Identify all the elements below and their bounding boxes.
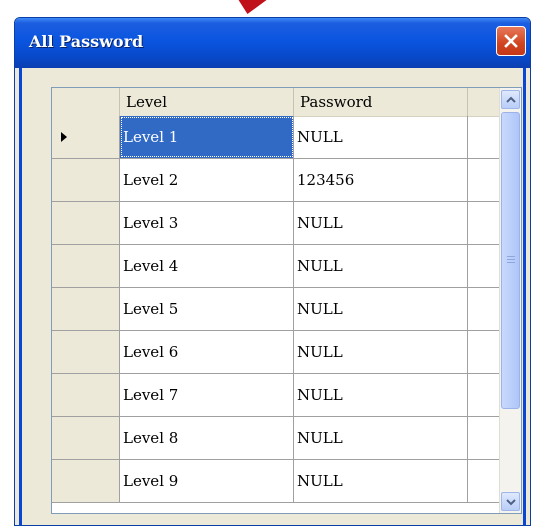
- table-row[interactable]: Level 4 NULL: [52, 245, 501, 288]
- level-cell[interactable]: Level 4: [120, 245, 294, 287]
- password-grid[interactable]: Level Password Level 1 NULL Level 2 1234…: [51, 87, 522, 514]
- row-header[interactable]: [52, 202, 120, 244]
- row-header[interactable]: [52, 288, 120, 330]
- scroll-thumb[interactable]: [501, 112, 520, 409]
- thumb-grip-line: [507, 256, 515, 257]
- scroll-up-button[interactable]: [501, 90, 520, 109]
- dialog-body: Level Password Level 1 NULL Level 2 1234…: [19, 68, 526, 525]
- level-cell[interactable]: Level 6: [120, 331, 294, 373]
- level-cell[interactable]: Level 8: [120, 417, 294, 459]
- password-cell[interactable]: NULL: [294, 417, 468, 459]
- table-row[interactable]: Level 9 NULL: [52, 460, 501, 503]
- column-header-level[interactable]: Level: [120, 88, 294, 116]
- level-cell[interactable]: Level 2: [120, 159, 294, 201]
- level-cell[interactable]: Level 3: [120, 202, 294, 244]
- password-cell[interactable]: NULL: [294, 116, 468, 158]
- password-cell[interactable]: NULL: [294, 460, 468, 502]
- row-header[interactable]: [52, 116, 120, 158]
- window-title: All Password: [29, 32, 144, 51]
- password-cell[interactable]: NULL: [294, 245, 468, 287]
- chevron-up-icon: [505, 96, 516, 103]
- password-cell[interactable]: NULL: [294, 374, 468, 416]
- chevron-down-icon: [505, 498, 516, 505]
- row-header[interactable]: [52, 460, 120, 502]
- all-password-dialog: All Password Level Password Level 1 NULL: [14, 17, 531, 526]
- title-bar[interactable]: All Password: [15, 18, 530, 68]
- grid-header: Level Password: [52, 88, 501, 117]
- table-row[interactable]: Level 2 123456: [52, 159, 501, 202]
- level-cell[interactable]: Level 7: [120, 374, 294, 416]
- row-indicator-arrow-icon: [61, 132, 67, 142]
- password-cell[interactable]: 123456: [294, 159, 468, 201]
- close-button[interactable]: [496, 26, 526, 56]
- pointer-arrow-decoration: [233, 0, 267, 14]
- row-header-corner: [52, 88, 120, 116]
- table-row[interactable]: Level 1 NULL: [52, 116, 501, 159]
- row-header[interactable]: [52, 331, 120, 373]
- password-cell[interactable]: NULL: [294, 202, 468, 244]
- password-cell[interactable]: NULL: [294, 288, 468, 330]
- close-icon: [504, 34, 518, 48]
- row-header[interactable]: [52, 374, 120, 416]
- table-row[interactable]: Level 5 NULL: [52, 288, 501, 331]
- scroll-down-button[interactable]: [501, 492, 520, 511]
- grid-rows: Level 1 NULL Level 2 123456 Level 3 NULL…: [52, 116, 501, 503]
- row-header[interactable]: [52, 417, 120, 459]
- thumb-grip-line: [507, 262, 515, 263]
- row-header[interactable]: [52, 245, 120, 287]
- table-row[interactable]: Level 6 NULL: [52, 331, 501, 374]
- table-row[interactable]: Level 8 NULL: [52, 417, 501, 460]
- vertical-scrollbar[interactable]: [499, 88, 521, 513]
- password-cell[interactable]: NULL: [294, 331, 468, 373]
- column-header-password[interactable]: Password: [294, 88, 468, 116]
- level-cell[interactable]: Level 1: [120, 116, 294, 158]
- table-row[interactable]: Level 3 NULL: [52, 202, 501, 245]
- table-row[interactable]: Level 7 NULL: [52, 374, 501, 417]
- thumb-grip-line: [507, 259, 515, 260]
- level-cell[interactable]: Level 9: [120, 460, 294, 502]
- level-cell[interactable]: Level 5: [120, 288, 294, 330]
- row-header[interactable]: [52, 159, 120, 201]
